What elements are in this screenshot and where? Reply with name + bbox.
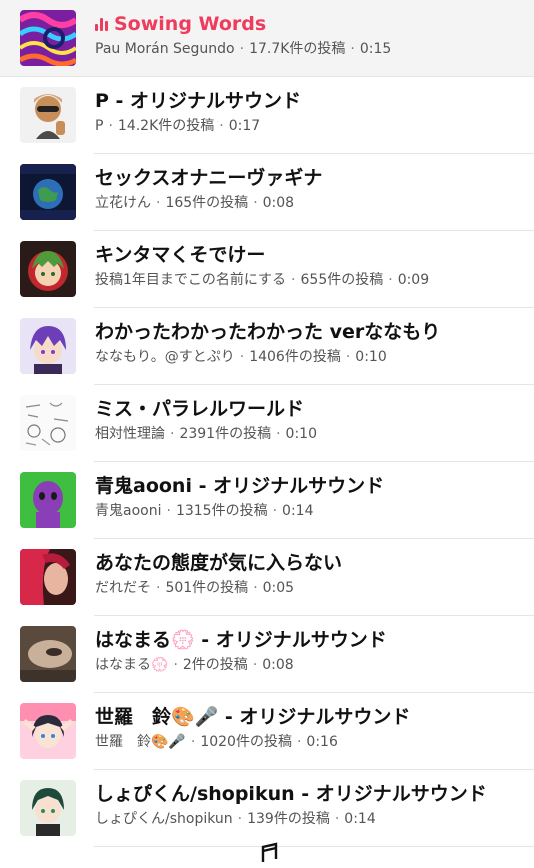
anime-green-hair-thumbnail <box>20 241 76 297</box>
sound-row-kintama[interactable]: キンタマくそでけー 投稿1年目までこの名前にする · 655件の投稿 · 0:09 <box>0 231 534 308</box>
separator-dot: · <box>388 272 393 288</box>
sound-author: 立花けん <box>95 195 151 211</box>
sound-duration: 0:09 <box>397 272 430 288</box>
sound-title: 青鬼aooni - オリジナルサウンド <box>95 475 385 497</box>
separator-dot: · <box>166 503 171 519</box>
sound-row-anata[interactable]: あなたの態度が気に入らない だれだそ · 501件の投稿 · 0:05 <box>0 539 534 616</box>
sound-duration: 0:15 <box>359 41 392 57</box>
sound-title: P - オリジナルサウンド <box>95 90 302 112</box>
sound-post-count: 1406件の投稿 <box>249 349 341 365</box>
sound-title: ミス・パラレルワールド <box>95 398 305 420</box>
purple-monster-thumbnail <box>20 472 76 528</box>
anime-purple-hair-thumbnail <box>20 318 76 374</box>
sound-title: Sowing Words <box>114 13 267 35</box>
separator-dot: · <box>350 41 355 57</box>
separator-dot: · <box>190 734 196 750</box>
sound-author: 投稿1年目までこの名前にする <box>95 272 287 288</box>
sound-post-count: 2391件の投稿 <box>179 426 272 442</box>
sound-author: Pau Morán Segundo <box>95 41 235 57</box>
sound-row-tachibana[interactable]: セックスオナニーヴァギナ 立花けん · 165件の投稿 · 0:08 <box>0 154 534 231</box>
sound-post-count: 139件の投稿 <box>247 811 330 827</box>
sound-title: 世羅 鈴🎨🎤 - オリジナルサウンド <box>95 706 411 728</box>
separator-dot: · <box>170 426 175 442</box>
sound-post-count: 1315件の投稿 <box>175 503 268 519</box>
sound-author: 相対性理論 <box>95 426 165 442</box>
sound-title: セックスオナニーヴァギナ <box>95 167 323 189</box>
sound-duration: 0:14 <box>282 503 314 519</box>
separator-dot: · <box>239 41 245 57</box>
blurry-photo-thumbnail <box>20 626 76 682</box>
separator-dot: · <box>345 349 351 365</box>
sound-duration: 0:08 <box>262 195 295 211</box>
sound-list: Sowing Words Pau Morán Segundo · 17.7K件の投稿… <box>0 0 534 847</box>
sound-author: だれだそ <box>95 580 151 596</box>
sound-duration: 0:16 <box>306 734 338 750</box>
sound-post-count: 17.7K件の投稿 <box>249 41 346 57</box>
anime-dark-green-hair-thumbnail <box>20 780 76 836</box>
separator-dot: · <box>253 195 258 211</box>
separator-dot: · <box>296 734 302 750</box>
separator-dot: · <box>334 811 340 827</box>
sound-duration: 0:05 <box>262 580 295 596</box>
psychedelic-swirl-thumbnail <box>20 10 76 66</box>
sound-author: はなまる💮 <box>95 657 169 673</box>
sound-row-shopikun[interactable]: しょぴくん/shopikun - オリジナルサウンド しょぴくん/shopiku… <box>0 770 534 847</box>
separator-dot: · <box>156 195 161 211</box>
separator-dot: · <box>156 580 161 596</box>
sound-row-hanamaru[interactable]: はなまる💮 - オリジナルサウンド はなまる💮 · 2件の投稿 · 0:08 <box>0 616 534 693</box>
sound-duration: 0:10 <box>355 349 387 365</box>
separator-dot: · <box>291 272 296 288</box>
sound-duration: 0:14 <box>344 811 376 827</box>
sound-post-count: 501件の投稿 <box>165 580 249 596</box>
separator-dot: · <box>252 657 258 673</box>
sound-author: 青鬼aooni <box>95 503 162 519</box>
music-note-icon <box>261 842 278 862</box>
sound-post-count: 1020件の投稿 <box>200 734 292 750</box>
sound-author: しょぴくん/shopikun <box>95 811 233 827</box>
separator-dot: · <box>239 349 245 365</box>
sound-author: P <box>95 118 104 134</box>
separator-dot: · <box>108 118 113 134</box>
sound-duration: 0:17 <box>228 118 261 134</box>
sound-post-count: 2件の投稿 <box>182 657 248 673</box>
separator-dot: · <box>219 118 224 134</box>
sound-title: しょぴくん/shopikun - オリジナルサウンド <box>95 783 487 805</box>
album-cover-thumbnail <box>20 164 76 220</box>
separator-dot: · <box>253 580 258 596</box>
sound-row-wakatta[interactable]: わかったわかったわかった verななもり ななもり。@すとぷり · 1406件の投稿… <box>0 308 534 385</box>
sound-row-sera-rin[interactable]: 世羅 鈴🎨🎤 - オリジナルサウンド 世羅 鈴🎨🎤 · 1020件の投稿 · 0:16 <box>0 693 534 770</box>
sound-post-count: 655件の投稿 <box>300 272 384 288</box>
sound-row-miss-parallel[interactable]: ミス・パラレルワールド 相対性理論 · 2391件の投稿 · 0:10 <box>0 385 534 462</box>
anime-girl-thumbnail <box>20 703 76 759</box>
sound-duration: 0:10 <box>285 426 317 442</box>
sound-author: ななもり。@すとぷり <box>95 349 235 365</box>
sound-post-count: 165件の投稿 <box>165 195 249 211</box>
sound-row-aooni[interactable]: 青鬼aooni - オリジナルサウンド 青鬼aooni · 1315件の投稿 · 0:1… <box>0 462 534 539</box>
separator-dot: · <box>237 811 243 827</box>
sound-title: キンタマくそでけー <box>95 244 266 266</box>
separator-dot: · <box>173 657 178 673</box>
memoji-avatar-thumbnail <box>20 87 76 143</box>
sound-duration: 0:08 <box>262 657 294 673</box>
now-playing-equalizer-icon <box>95 17 108 31</box>
sound-title: わかったわかったわかった verななもり <box>95 321 441 343</box>
sound-author: 世羅 鈴🎨🎤 <box>95 734 186 750</box>
separator-dot: · <box>276 426 281 442</box>
sound-post-count: 14.2K件の投稿 <box>117 118 215 134</box>
separator-dot: · <box>272 503 278 519</box>
sound-row-sowing-words[interactable]: Sowing Words Pau Morán Segundo · 17.7K件の投稿… <box>0 0 534 77</box>
sketch-drawing-thumbnail <box>20 395 76 451</box>
sound-row-p-original[interactable]: P - オリジナルサウンド P · 14.2K件の投稿 · 0:17 <box>0 77 534 154</box>
red-hair-photo-thumbnail <box>20 549 76 605</box>
sound-title: あなたの態度が気に入らない <box>95 552 343 574</box>
sound-title: はなまる💮 - オリジナルサウンド <box>95 629 387 651</box>
